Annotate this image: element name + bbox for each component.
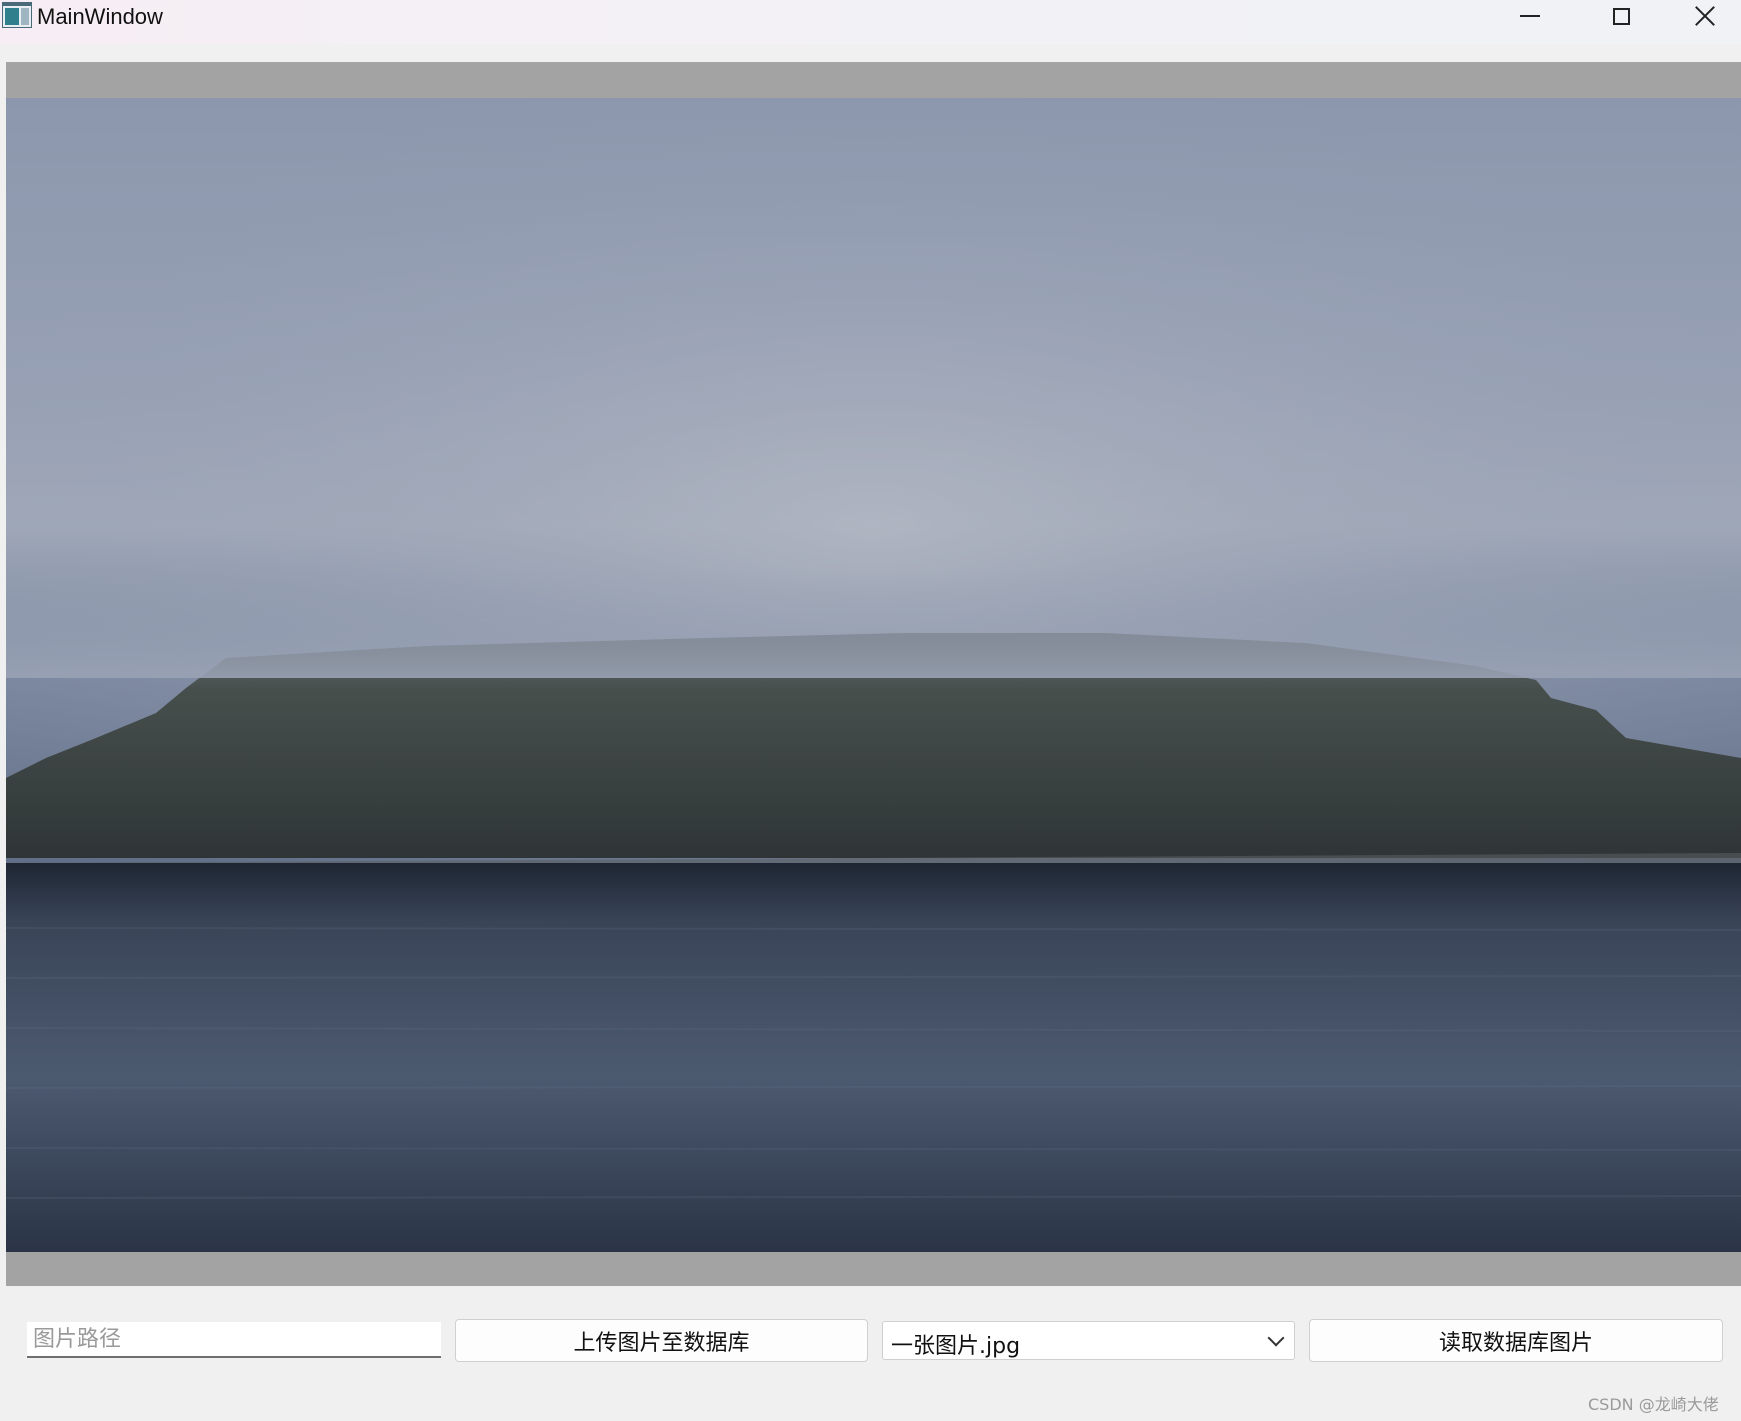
image-display-label	[6, 62, 1741, 1286]
maximize-icon	[1612, 7, 1630, 25]
minimize-button[interactable]	[1485, 0, 1575, 32]
close-icon	[1694, 5, 1716, 27]
image-path-input[interactable]	[27, 1322, 441, 1358]
image-select-combobox[interactable]: 一张图片.jpg	[882, 1321, 1295, 1360]
upload-to-database-button[interactable]: 上传图片至数据库	[455, 1319, 868, 1362]
close-button[interactable]	[1668, 0, 1741, 32]
chevron-down-icon	[1267, 1329, 1285, 1347]
maximize-button[interactable]	[1576, 0, 1666, 32]
read-database-image-button[interactable]: 读取数据库图片	[1309, 1319, 1723, 1362]
image-select-value: 一张图片.jpg	[891, 1334, 1021, 1359]
title-bar: MainWindow	[0, 0, 1741, 44]
window-title: MainWindow	[37, 4, 163, 29]
displayed-photo	[6, 98, 1741, 1252]
watermark: CSDN @龙崎大佬	[1588, 1395, 1719, 1414]
app-icon	[2, 2, 32, 28]
minimize-icon	[1520, 15, 1540, 17]
